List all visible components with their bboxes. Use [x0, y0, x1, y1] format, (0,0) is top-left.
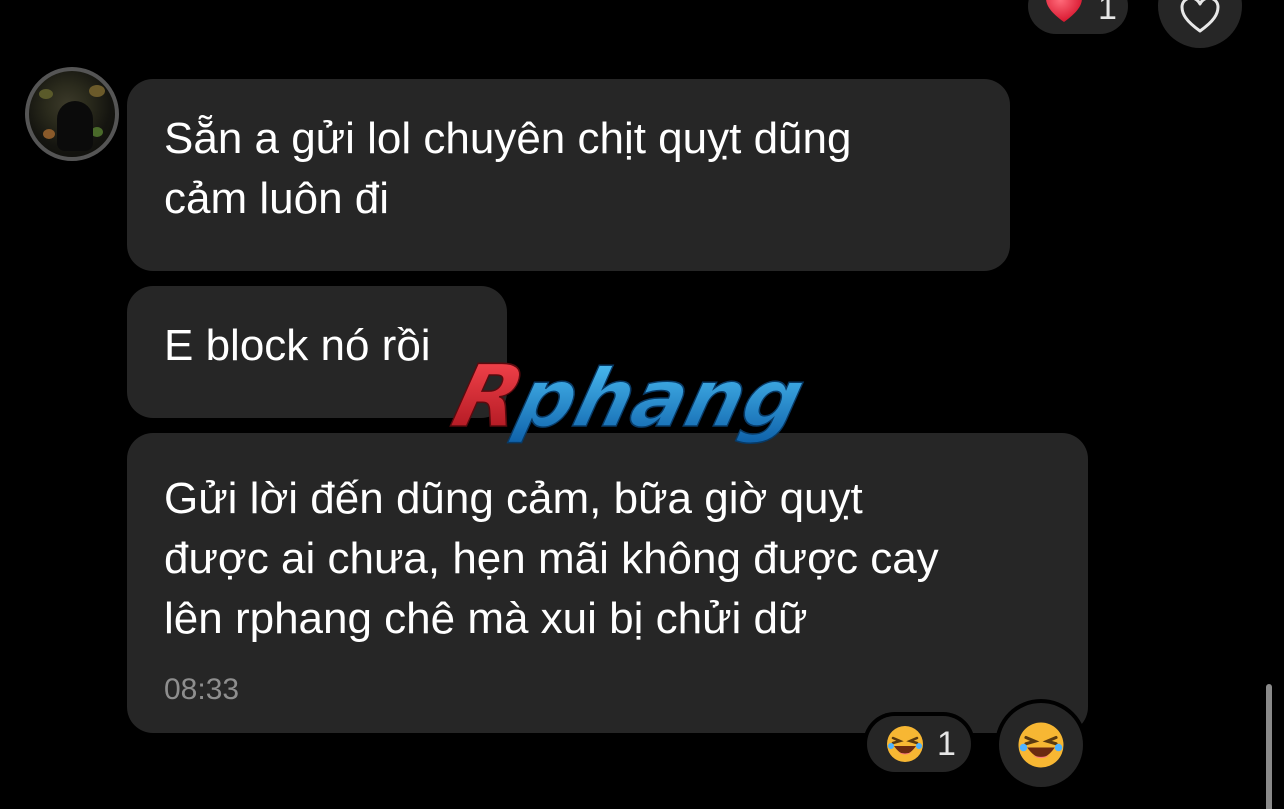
message-text: Gửi lời đến dũng cảm, bữa giờ quỵt được …	[164, 474, 939, 643]
message-timestamp: 08:33	[164, 673, 240, 706]
add-laugh-reaction-button[interactable]	[999, 703, 1083, 787]
red-heart-icon	[1046, 0, 1082, 22]
message-bubble[interactable]: Gửi lời đến dũng cảm, bữa giờ quỵt được …	[127, 433, 1088, 733]
heart-outline-icon	[1180, 0, 1220, 33]
sender-avatar[interactable]	[25, 67, 119, 161]
chat-screen: 1 Sẵn a gửi lol chuyên chịt quỵt dũng cả…	[0, 0, 1284, 809]
like-message-button[interactable]	[1158, 0, 1242, 48]
scrollbar[interactable]	[1266, 684, 1272, 809]
message-text: E block nó rồi	[164, 321, 431, 370]
laughing-emoji-icon	[887, 726, 923, 762]
message-reaction-laugh[interactable]: 1	[867, 716, 971, 772]
reaction-count: 1	[937, 725, 956, 763]
message-reaction-heart[interactable]: 1	[1028, 0, 1128, 34]
reaction-count: 1	[1098, 0, 1117, 27]
message-text: Sẵn a gửi lol chuyên chịt quỵt dũng cảm …	[164, 114, 852, 223]
svg-text:phang: phang	[507, 353, 813, 446]
message-bubble[interactable]: E block nó rồi	[127, 286, 507, 418]
message-bubble[interactable]: Sẵn a gửi lol chuyên chịt quỵt dũng cảm …	[127, 79, 1010, 271]
laughing-emoji-icon	[1018, 722, 1064, 768]
